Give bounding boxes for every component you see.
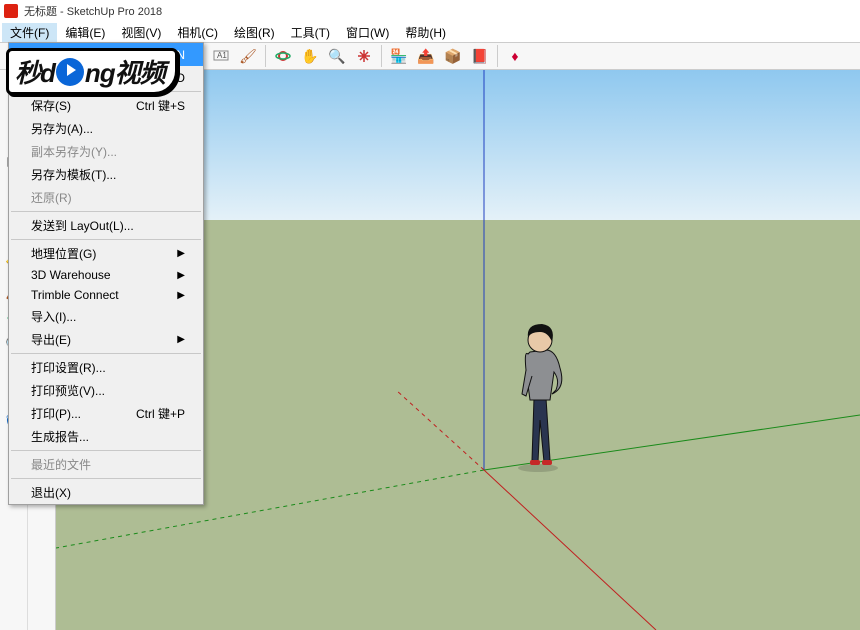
title-bar: 无标题 - SketchUp Pro 2018 [0,0,860,22]
file-menu-dropdown: 新建(N)Ctrl 键+N打开(O)...Ctrl 键+O 保存(S)Ctrl 键… [8,42,204,505]
menu-tools[interactable]: 工具(T) [283,23,338,42]
menu-draw[interactable]: 绘图(R) [226,23,283,42]
menu-item[interactable]: 导入(I)... [9,305,203,328]
menu-item[interactable]: 新建(N)Ctrl 键+N [9,43,203,66]
warehouse-share-icon[interactable]: 📤 [414,44,438,68]
orbit-icon[interactable] [271,44,295,68]
menu-item[interactable]: 地理位置(G)▶ [9,242,203,265]
menu-item: 还原(R) [9,186,203,209]
menu-item[interactable]: 3D Warehouse▶ [9,265,203,285]
menu-item[interactable]: 保存(S)Ctrl 键+S [9,94,203,117]
extension-mgr-icon[interactable]: 📕 [468,44,492,68]
svg-text:A1: A1 [217,51,227,60]
menu-item[interactable]: 另存为模板(T)... [9,163,203,186]
menu-item[interactable]: 发送到 LayOut(L)... [9,214,203,237]
paint-icon[interactable]: 🖌 [236,44,260,68]
warehouse-icon[interactable]: 🏪 [387,44,411,68]
menu-help[interactable]: 帮助(H) [397,23,454,42]
extensions-icon[interactable]: 📦 [441,44,465,68]
menu-item[interactable]: 导出(E)▶ [9,328,203,351]
menu-item[interactable]: 打印设置(R)... [9,356,203,379]
menu-item[interactable]: 退出(X) [9,481,203,504]
ruby-icon[interactable]: ♦ [503,44,527,68]
menu-item[interactable]: 生成报告... [9,425,203,448]
menu-item: 最近的文件 [9,453,203,476]
menu-edit[interactable]: 编辑(E) [57,23,113,42]
zoom-extents-icon[interactable] [352,44,376,68]
menu-camera[interactable]: 相机(C) [169,23,226,42]
menu-item[interactable]: 另存为(A)... [9,117,203,140]
zoom-icon[interactable]: 🔍 [325,44,349,68]
pan-icon[interactable]: ✋ [298,44,322,68]
menu-item[interactable]: 打印预览(V)... [9,379,203,402]
app-icon [4,4,18,18]
window-title: 无标题 - SketchUp Pro 2018 [24,3,162,19]
menu-item[interactable]: Trimble Connect▶ [9,285,203,305]
menu-item: 副本另存为(Y)... [9,140,203,163]
menu-item[interactable]: 打开(O)...Ctrl 键+O [9,66,203,89]
menu-item[interactable]: 打印(P)...Ctrl 键+P [9,402,203,425]
menu-bar: 文件(F) 编辑(E) 视图(V) 相机(C) 绘图(R) 工具(T) 窗口(W… [0,22,860,42]
menu-view[interactable]: 视图(V) [113,23,169,42]
menu-file[interactable]: 文件(F) [2,23,57,42]
menu-window[interactable]: 窗口(W) [338,23,397,42]
text-icon[interactable]: A1 [209,44,233,68]
